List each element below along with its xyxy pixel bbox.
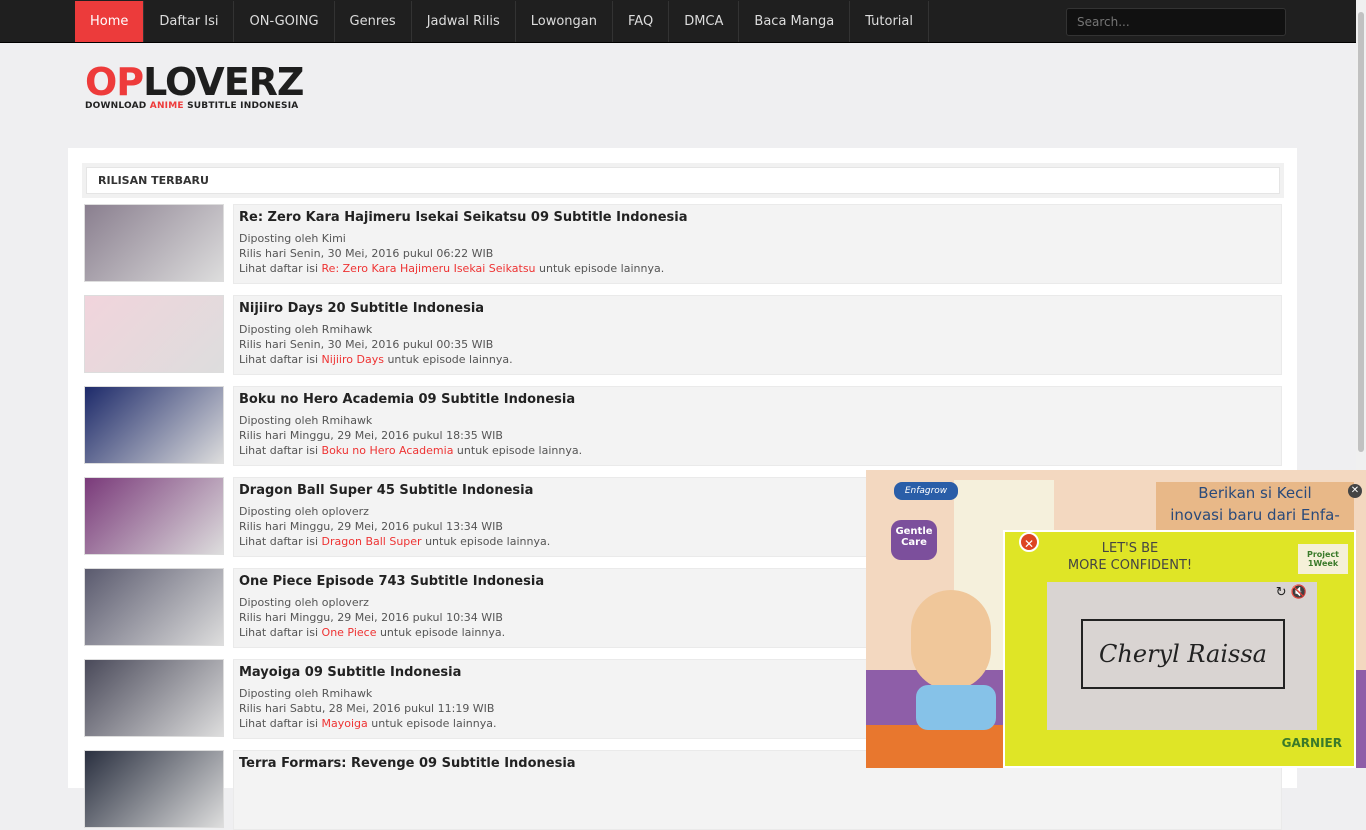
close-icon[interactable]: ✕ bbox=[1019, 532, 1039, 552]
project-badge: Project 1Week bbox=[1298, 544, 1348, 574]
post-date: Rilis hari Senin, 30 Mei, 2016 pukul 06:… bbox=[239, 247, 494, 260]
nav-item-jadwal-rilis[interactable]: Jadwal Rilis bbox=[412, 1, 516, 42]
nav-item-on-going[interactable]: ON-GOING bbox=[234, 1, 335, 42]
main-menu: Home Daftar Isi ON-GOING Genres Jadwal Rilis… bbox=[75, 1, 929, 42]
site-logo[interactable]: OPLOVERZ DOWNLOAD ANIME SUBTITLE INDONES… bbox=[85, 63, 304, 111]
post-item: Re: Zero Kara Hajimeru Isekai Seikatsu 0… bbox=[84, 204, 1282, 284]
post-thumbnail[interactable] bbox=[84, 204, 224, 282]
nav-item-tutorial[interactable]: Tutorial bbox=[850, 1, 929, 42]
post-thumbnail[interactable] bbox=[84, 568, 224, 646]
nav-item-dmca[interactable]: DMCA bbox=[669, 1, 740, 42]
garnier-logo: GARNIER bbox=[1281, 736, 1342, 750]
post-title[interactable]: Boku no Hero Academia 09 Subtitle Indone… bbox=[239, 392, 1276, 408]
post-author: Diposting oleh Rmihawk bbox=[239, 323, 373, 336]
section-title: RILISAN TERBARU bbox=[86, 167, 1280, 194]
garnier-ad[interactable]: ✕ LET'S BE MORE CONFIDENT! Project 1Week… bbox=[1003, 530, 1356, 768]
nav-item-home[interactable]: Home bbox=[75, 1, 145, 42]
gentle-care-badge: Gentle Care bbox=[891, 520, 937, 560]
post-date: Rilis hari Minggu, 29 Mei, 2016 pukul 18… bbox=[239, 429, 503, 442]
enfagrow-logo: Enfagrow bbox=[894, 482, 958, 500]
series-link[interactable]: Dragon Ball Super bbox=[322, 535, 422, 548]
nav-item-baca-manga[interactable]: Baca Manga bbox=[739, 1, 851, 42]
close-ad-icon[interactable]: ✕ bbox=[1348, 484, 1362, 498]
nav-item-daftar-isi[interactable]: Daftar Isi bbox=[144, 1, 235, 42]
scrollbar-thumb[interactable] bbox=[1358, 12, 1364, 452]
post-title[interactable]: Re: Zero Kara Hajimeru Isekai Seikatsu 0… bbox=[239, 210, 1276, 226]
ad-video[interactable]: ↻ 🔇 Cheryl Raissa bbox=[1047, 582, 1317, 730]
nav-item-lowongan[interactable]: Lowongan bbox=[516, 1, 614, 42]
series-link[interactable]: Mayoiga bbox=[322, 717, 368, 730]
nav-item-faq[interactable]: FAQ bbox=[613, 1, 670, 42]
cheryl-raissa-title: Cheryl Raissa bbox=[1081, 619, 1285, 689]
post-title[interactable]: Nijiiro Days 20 Subtitle Indonesia bbox=[239, 301, 1276, 317]
post-author: Diposting oleh Kimi bbox=[239, 232, 346, 245]
post-thumbnail[interactable] bbox=[84, 386, 224, 464]
nav-item-genres[interactable]: Genres bbox=[335, 1, 412, 42]
top-nav: Home Daftar Isi ON-GOING Genres Jadwal Rilis… bbox=[0, 0, 1356, 43]
replay-mute-icons[interactable]: ↻ 🔇 bbox=[1276, 585, 1307, 600]
post-date: Rilis hari Senin, 30 Mei, 2016 pukul 00:… bbox=[239, 338, 494, 351]
post-thumbnail[interactable] bbox=[84, 659, 224, 737]
series-link[interactable]: Re: Zero Kara Hajimeru Isekai Seikatsu bbox=[322, 262, 536, 275]
series-link[interactable]: Nijiiro Days bbox=[322, 353, 384, 366]
post-item: Boku no Hero Academia 09 Subtitle Indone… bbox=[84, 386, 1282, 466]
post-author: Diposting oleh Rmihawk bbox=[239, 414, 373, 427]
search-input[interactable] bbox=[1066, 8, 1286, 36]
post-thumbnail[interactable] bbox=[84, 477, 224, 555]
series-link[interactable]: Boku no Hero Academia bbox=[322, 444, 454, 457]
post-thumbnail[interactable] bbox=[84, 295, 224, 373]
post-thumbnail[interactable] bbox=[84, 750, 224, 828]
post-item: Nijiiro Days 20 Subtitle Indonesia Dipos… bbox=[84, 295, 1282, 375]
series-link[interactable]: One Piece bbox=[322, 626, 377, 639]
